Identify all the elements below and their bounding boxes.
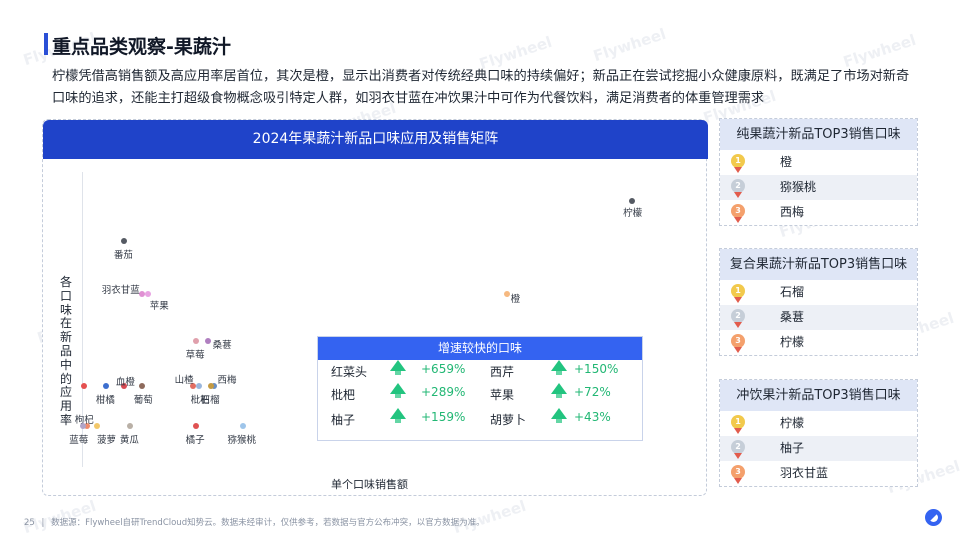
medal-icon: 3 bbox=[731, 204, 745, 223]
point-label: 山楂 bbox=[174, 375, 194, 386]
growth-item-name: 苹果 bbox=[490, 388, 515, 402]
medal-icon: 2 bbox=[731, 309, 745, 328]
ranking-row: 3 柠檬 bbox=[720, 330, 917, 355]
scatter-point bbox=[195, 383, 202, 389]
ranking-row: 2 柚子 bbox=[720, 436, 917, 461]
ranking-item: 柠檬 bbox=[780, 335, 805, 349]
ranking-item: 猕猴桃 bbox=[780, 180, 817, 194]
point-label: 柑橘 bbox=[95, 395, 115, 406]
point-label: 血橙 bbox=[115, 377, 135, 388]
point-label: 葡萄 bbox=[133, 395, 153, 406]
ranking-item: 桑葚 bbox=[780, 310, 805, 324]
growth-title: 增速较快的口味 bbox=[318, 337, 642, 360]
scatter-point bbox=[192, 338, 199, 345]
y-axis-label: 各口味在新品中的应用率 bbox=[60, 275, 73, 427]
scatter-point bbox=[120, 237, 127, 244]
scatter-point bbox=[102, 383, 109, 389]
growth-item-name: 枇杷 bbox=[331, 388, 356, 402]
scatter-point bbox=[144, 290, 151, 297]
point-label: 番茄 bbox=[113, 249, 133, 261]
ranking-item: 西梅 bbox=[780, 205, 805, 219]
scatter-point bbox=[80, 422, 87, 429]
page-title: 重点品类观察-果蔬汁 bbox=[52, 36, 231, 58]
ranking-card: 复合果蔬汁新品TOP3销售口味 1 石榴 2 桑葚 3 柠檬 bbox=[719, 248, 918, 356]
point-label: 黄瓜 bbox=[119, 434, 139, 446]
growth-item-name: 西芹 bbox=[490, 365, 515, 379]
ranking-title: 纯果蔬汁新品TOP3销售口味 bbox=[720, 119, 917, 150]
scatter-point bbox=[503, 290, 510, 297]
growth-item-percent: +43% bbox=[574, 410, 611, 424]
ranking-row: 1 石榴 bbox=[720, 280, 917, 305]
up-arrow-icon bbox=[551, 383, 567, 398]
ranking-item: 橙 bbox=[780, 155, 793, 169]
medal-icon: 1 bbox=[731, 284, 745, 303]
growth-item-name: 胡萝卜 bbox=[490, 413, 527, 427]
slide: Flywheel Flywheel Flywheel Flywheel Flywheel… bbox=[0, 0, 960, 540]
ranking-item: 柚子 bbox=[780, 441, 805, 455]
scatter-point bbox=[207, 383, 214, 389]
point-label: 草莓 bbox=[185, 350, 205, 362]
growth-item-name: 红菜头 bbox=[331, 365, 368, 379]
point-label: 菠萝 bbox=[96, 434, 116, 446]
footer: 25 | 数据源：Flywheel自研TrendCloud知势云。数据未经审计，… bbox=[24, 516, 485, 528]
watermark-text: Flywheel bbox=[591, 24, 669, 66]
page-description: 柠檬凭借高销售额及高应用率居首位，其次是橙，显示出消费者对传统经典口味的持续偏好… bbox=[52, 69, 910, 106]
ranking-item: 石榴 bbox=[780, 285, 805, 299]
up-arrow-icon bbox=[390, 383, 406, 398]
page-number: 25 bbox=[24, 518, 35, 528]
title-accent-bar bbox=[44, 33, 48, 55]
growth-item-percent: +659% bbox=[421, 362, 466, 376]
up-arrow-icon bbox=[551, 408, 567, 423]
point-label: 西梅 bbox=[217, 375, 237, 386]
scatter-point bbox=[204, 338, 211, 345]
point-label: 桑葚 bbox=[212, 340, 232, 352]
ranking-row: 1橙 bbox=[720, 150, 917, 175]
growth-item-name: 柚子 bbox=[331, 413, 356, 427]
growth-item-percent: +150% bbox=[574, 362, 619, 376]
ranking-title: 复合果蔬汁新品TOP3销售口味 bbox=[720, 249, 917, 280]
ranking-item: 柠檬 bbox=[780, 416, 805, 430]
scatter-point bbox=[192, 422, 199, 429]
ranking-title: 冲饮果汁新品TOP3销售口味 bbox=[720, 380, 917, 411]
up-arrow-icon bbox=[390, 360, 406, 375]
up-arrow-icon bbox=[390, 408, 406, 423]
footer-separator: | bbox=[41, 518, 45, 528]
medal-icon: 2 bbox=[731, 179, 745, 198]
point-label: 柠檬 bbox=[623, 208, 643, 220]
ranking-row: 2 桑葚 bbox=[720, 305, 917, 330]
flywheel-logo-icon bbox=[925, 509, 942, 526]
medal-icon: 2 bbox=[731, 440, 745, 459]
x-axis-label: 单个口味销售额 bbox=[331, 478, 408, 491]
growth-box: 增速较快的口味 红菜头 +659% 西芹 +150% 枇杷 +289% 苹果 +72% 柚子 +1… bbox=[317, 336, 643, 441]
ranking-row: 3 西梅 bbox=[720, 200, 917, 225]
ranking-row: 2 猕猴桃 bbox=[720, 175, 917, 200]
point-label: 猕猴桃 bbox=[227, 434, 256, 446]
footer-source: 数据源：Flywheel自研TrendCloud知势云。数据未经审计，仅供参考，… bbox=[51, 518, 485, 528]
scatter-point bbox=[138, 383, 145, 389]
growth-item-percent: +289% bbox=[421, 385, 466, 399]
growth-item-percent: +159% bbox=[421, 410, 466, 424]
medal-icon: 1 bbox=[731, 415, 745, 434]
medal-icon: 3 bbox=[731, 334, 745, 353]
ranking-item: 羽衣甘蓝 bbox=[780, 466, 829, 480]
ranking-card: 冲饮果汁新品TOP3销售口味 1 柠檬 2 柚子 3 羽衣甘蓝 bbox=[719, 379, 918, 487]
chart-title: 2024年果蔬汁新品口味应用及销售矩阵 bbox=[43, 120, 708, 159]
ranking-card: 纯果蔬汁新品TOP3销售口味 1 橙 2 猕猴桃 3 西梅 bbox=[719, 118, 918, 226]
scatter-point bbox=[126, 422, 133, 429]
point-label: 羽衣甘蓝 bbox=[101, 284, 140, 296]
scatter-point bbox=[93, 422, 100, 429]
growth-item-percent: +72% bbox=[574, 385, 611, 399]
ranking-row: 1 柠檬 bbox=[720, 411, 917, 436]
ranking-row: 3 羽衣甘蓝 bbox=[720, 461, 917, 486]
up-arrow-icon bbox=[551, 360, 567, 375]
point-label: 橙 bbox=[510, 293, 521, 305]
point-label: 石榴 bbox=[200, 395, 220, 406]
medal-icon: 3 bbox=[731, 465, 745, 484]
medal-icon: 1 bbox=[731, 154, 745, 173]
point-label: 蓝莓 bbox=[69, 434, 89, 446]
point-label: 橘子 bbox=[185, 434, 205, 446]
point-label: 苹果 bbox=[149, 300, 169, 312]
